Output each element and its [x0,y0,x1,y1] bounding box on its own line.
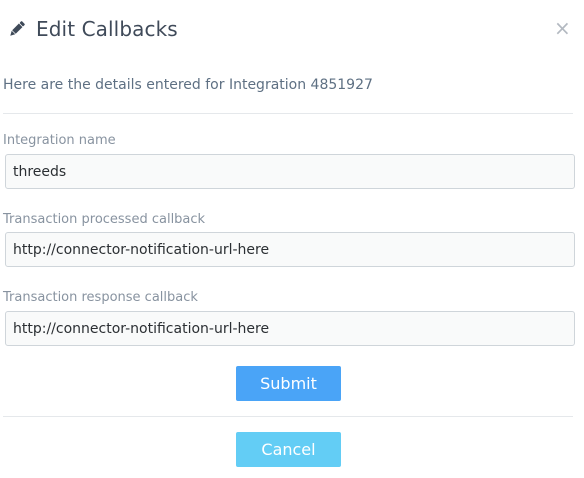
close-icon[interactable]: × [554,16,571,40]
footer-divider [3,416,573,417]
dialog-header: Edit Callbacks [7,14,178,44]
submit-button[interactable]: Submit [236,366,341,401]
integration-name-label: Integration name [3,133,116,148]
integration-name-input[interactable] [5,154,575,189]
cancel-button[interactable]: Cancel [236,432,341,467]
response-callback-label: Transaction response callback [3,290,198,305]
processed-callback-label: Transaction processed callback [3,212,206,227]
dialog-title: Edit Callbacks [36,17,178,41]
pencil-icon [7,19,27,39]
header-divider [3,113,573,114]
response-callback-input[interactable] [5,311,575,346]
dialog-subtitle: Here are the details entered for Integra… [3,77,373,93]
edit-callbacks-dialog: Edit Callbacks × Here are the details en… [0,0,584,478]
processed-callback-input[interactable] [5,232,575,267]
